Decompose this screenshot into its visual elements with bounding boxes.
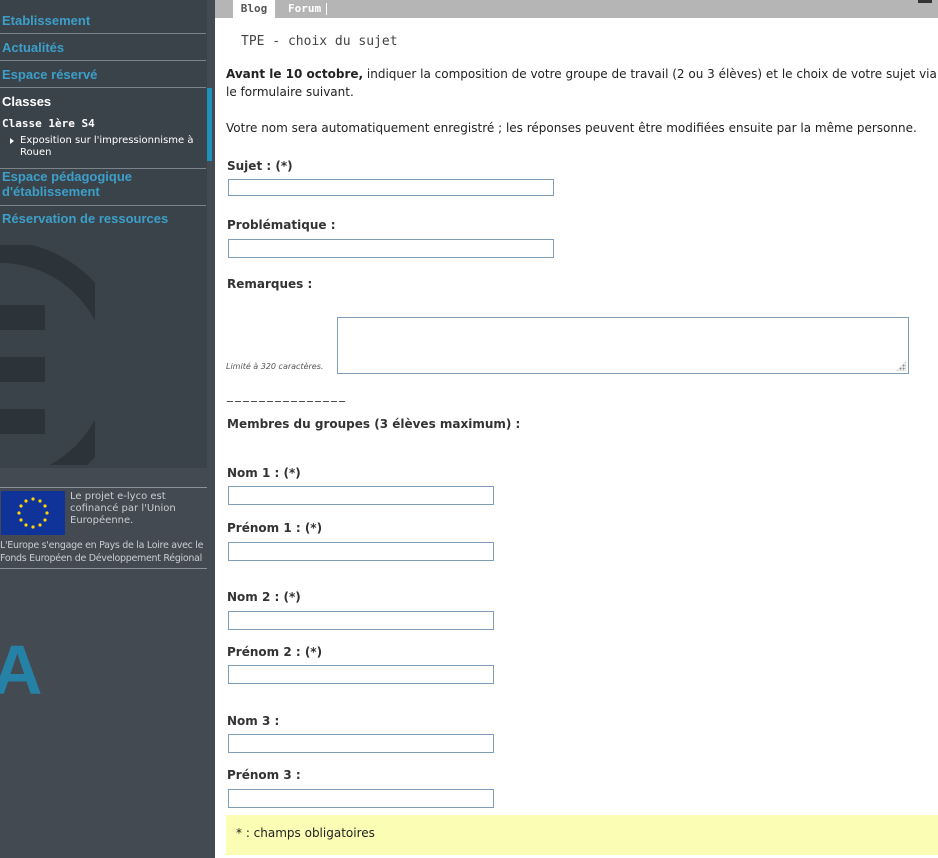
nom3-label: Nom 3 : [227, 714, 280, 728]
sidebar-item-classes[interactable]: Classes [0, 94, 206, 114]
eu-flag-icon[interactable] [1, 491, 65, 535]
intro-paragraph: Avant le 10 octobre, indiquer la composi… [226, 65, 938, 101]
sujet-input[interactable] [228, 179, 554, 196]
main-content: TPE - choix du sujet Avant le 10 octobre… [215, 18, 938, 858]
sidebar-item-actualites[interactable]: Actualités [0, 40, 206, 61]
sidebar-classe-title[interactable]: Classe 1ère S4 [2, 117, 95, 130]
membres-label: Membres du groupes (3 élèves maximum) : [227, 417, 521, 431]
nom2-label: Nom 2 : (*) [227, 590, 301, 604]
note-paragraph: Votre nom sera automatiquement enregistr… [226, 121, 917, 135]
sujet-label: Sujet : (*) [227, 159, 293, 173]
prenom1-input[interactable] [228, 542, 494, 561]
remarques-textarea[interactable] [337, 317, 909, 374]
problematique-label: Problématique : [227, 218, 336, 232]
republique-logo-icon [0, 245, 95, 465]
divider [0, 487, 207, 488]
divider [0, 568, 207, 569]
prenom2-input[interactable] [228, 665, 494, 684]
eu-feder-caption: L'Europe s'engage en Pays de la Loire av… [0, 540, 204, 564]
nom1-label: Nom 1 : (*) [227, 466, 301, 480]
scroll-indicator [918, 0, 932, 3]
eu-cofinance-text: Le projet e-lyco est cofinancé par l'Uni… [70, 491, 176, 526]
intro-deadline: Avant le 10 octobre, [226, 67, 364, 81]
resize-grip-icon[interactable] [896, 361, 906, 371]
prenom3-input[interactable] [228, 789, 494, 808]
nom2-input[interactable] [228, 611, 494, 630]
character-limit-hint: Limité à 320 caractères. [226, 362, 324, 371]
prenom3-label: Prénom 3 : [227, 768, 301, 782]
required-fields-text: * : champs obligatoires [236, 826, 375, 840]
sidebar-item-espace-reserve[interactable]: Espace réservé [0, 67, 206, 88]
tab-bar: Blog Forum [215, 0, 938, 18]
page-title: TPE - choix du sujet [241, 34, 398, 49]
sidebar-item-etablissement[interactable]: Etablissement [0, 13, 206, 34]
problematique-input[interactable] [228, 239, 554, 258]
active-section-indicator [207, 88, 212, 161]
required-fields-note: * : champs obligatoires [226, 815, 938, 855]
nom1-input[interactable] [228, 486, 494, 505]
tab-blog[interactable]: Blog [233, 0, 275, 18]
tab-forum[interactable]: Forum [285, 3, 328, 15]
sidebar-item-espace-pedagogique[interactable]: Espace pédagogique d'établissement [0, 168, 206, 206]
decorative-letter-icon: A [0, 631, 43, 709]
sidebar: Etablissement Actualités Espace réservé … [0, 0, 215, 858]
sidebar-classe-link[interactable]: Exposition sur l'impressionnisme à Rouen [20, 135, 200, 159]
separator-dashes: _______________ [227, 388, 347, 402]
remarques-label: Remarques : [227, 277, 313, 291]
prenom2-label: Prénom 2 : (*) [227, 645, 323, 659]
nom3-input[interactable] [228, 734, 494, 753]
sidebar-item-reservation[interactable]: Réservation de ressources [0, 211, 206, 231]
prenom1-label: Prénom 1 : (*) [227, 521, 323, 535]
bullet-arrow-icon [10, 138, 14, 144]
